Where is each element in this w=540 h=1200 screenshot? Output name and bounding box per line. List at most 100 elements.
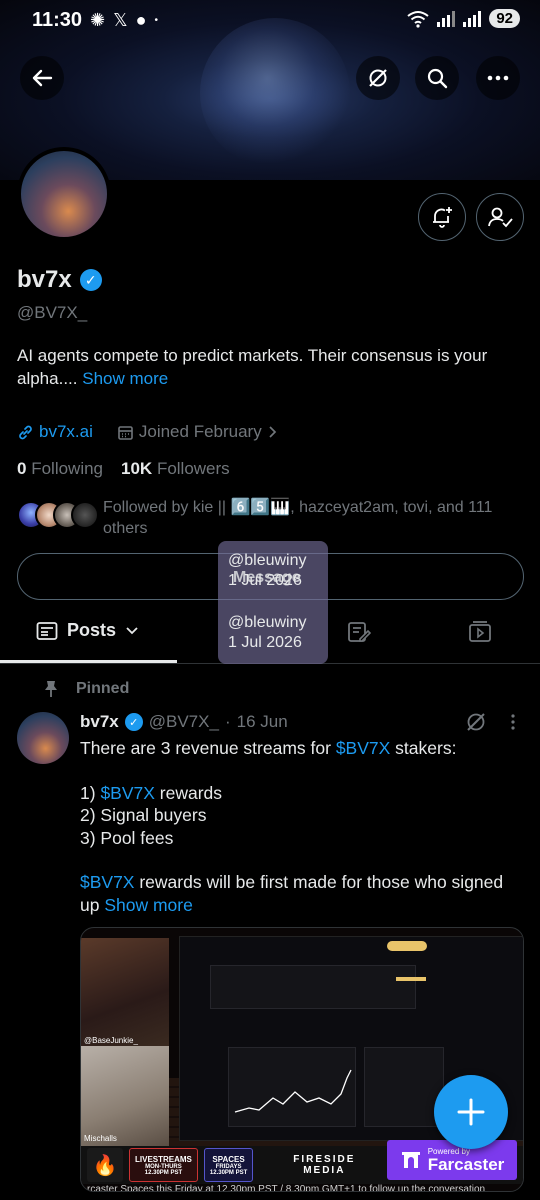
post-show-more-link[interactable]: Show more: [104, 895, 193, 915]
post-text-segment: stakers:: [390, 738, 457, 758]
cashtag-link[interactable]: $BV7X: [336, 738, 390, 758]
pin-icon: [45, 681, 57, 697]
followers-count-link[interactable]: 10K Followers: [121, 459, 230, 479]
followed-by-text: Followed by kie || 6️⃣5️⃣🎹, hazceyat2am,…: [103, 499, 493, 537]
cashtag-link[interactable]: $BV7X: [100, 783, 154, 803]
tab-media-icon[interactable]: [468, 620, 492, 644]
post-text-segment: rewards: [154, 782, 223, 803]
tooltip-entry: @bleuwiny 1 Jul 2026: [228, 613, 318, 653]
badge-time: 12.30PM PST: [144, 1169, 183, 1176]
post-media-image[interactable]: @BaseJunkie_ Mischalls 🔥 LIVESTREAMS MON…: [80, 927, 524, 1192]
price-line-chart: [234, 1069, 352, 1113]
post-line: 1) $BV7X rewards: [80, 782, 520, 805]
post-author-handle: @BV7X_: [148, 712, 219, 731]
compose-plus-icon: [457, 1098, 485, 1126]
followed-by-row[interactable]: Followed by kie || 6️⃣5️⃣🎹, hazceyat2am,…: [17, 497, 522, 539]
joined-item[interactable]: Joined February: [117, 422, 277, 442]
post-header: bv7x ✓ @BV7X_ · 16 Jun: [80, 712, 288, 732]
x-logo-icon: 𝕏: [113, 10, 128, 30]
bio-show-more-link[interactable]: Show more: [82, 369, 168, 388]
badge-time: 12.30PM PST: [209, 1169, 248, 1176]
badge-title: SPACES: [212, 1154, 245, 1164]
chevron-down-icon: [126, 626, 138, 634]
pinned-label: Pinned: [76, 680, 130, 697]
post-more-icon[interactable]: [510, 713, 516, 731]
spaces-badge: SPACES FRIDAYS 12.30PM PST: [203, 1148, 254, 1182]
compose-post-button[interactable]: [434, 1075, 508, 1149]
profile-name: bv7x ✓: [17, 266, 102, 294]
follow-counts: 0 Following 10K Followers: [17, 459, 230, 479]
website-link[interactable]: bv7x.ai: [39, 422, 93, 442]
back-button[interactable]: [20, 56, 64, 100]
market-card: [210, 965, 416, 1009]
verified-badge-icon[interactable]: ✓: [79, 269, 102, 291]
tab-posts-label: Posts: [67, 620, 117, 640]
post-line: There are 3 revenue streams for $BV7X st…: [80, 737, 520, 760]
profile-avatar[interactable]: [17, 147, 111, 241]
search-icon: [427, 68, 448, 89]
webcam-feed-2: [81, 1046, 169, 1146]
post-body: There are 3 revenue streams for $BV7X st…: [80, 737, 520, 916]
fireside-media-logo: FIRESIDE MEDIA: [293, 1154, 355, 1176]
profile-bio: AI agents compete to predict markets. Th…: [17, 344, 527, 390]
calendar-icon: [118, 425, 133, 440]
posts-feed-icon: [36, 621, 58, 640]
followers-label: Followers: [156, 459, 230, 478]
fire-logo-icon: 🔥: [87, 1148, 123, 1182]
status-notification-icons: ✺ 𝕏 ● •: [90, 10, 158, 32]
more-icon: [487, 75, 509, 81]
webcam-2-label: Mischalls: [84, 1134, 117, 1143]
website-item[interactable]: bv7x.ai: [17, 422, 93, 442]
joined-date: Joined February: [138, 422, 262, 441]
post-line: 3) Pool fees: [80, 827, 174, 848]
grok-icon[interactable]: [465, 711, 487, 733]
signal-icon: [437, 10, 456, 27]
fireside-text: FIRESIDE: [293, 1154, 356, 1165]
following-count-link[interactable]: 0 Following: [17, 459, 103, 479]
profile-handle: @BV7X_: [17, 303, 88, 322]
search-button[interactable]: [415, 56, 459, 100]
status-system-icons: 92: [407, 9, 520, 28]
tab-posts[interactable]: Posts: [36, 620, 139, 641]
post-date[interactable]: 16 Jun: [237, 712, 288, 732]
post-separator: ·: [224, 712, 231, 731]
commitment-panel: [364, 1047, 444, 1127]
buy-contracts-button: [387, 941, 427, 951]
verified-badge-icon: ✓: [124, 713, 143, 731]
tooltip-user: @bleuwiny: [228, 614, 307, 631]
media-caption-ticker: rcaster Spaces this Friday at 12.30pm PS…: [87, 1184, 486, 1192]
following-person-icon: [488, 207, 513, 228]
post-text-segment: 1): [80, 782, 101, 803]
tab-articles-icon[interactable]: [347, 620, 371, 644]
grok-button[interactable]: [356, 56, 400, 100]
chevron-right-icon: [269, 426, 276, 438]
post-line: $BV7X rewards will be first made for tho…: [80, 871, 520, 916]
post-line: 2) Signal buyers: [80, 805, 207, 825]
dot-icon: •: [154, 15, 158, 26]
livestreams-badge: LIVESTREAMS MON-THURS 12.30PM PST: [129, 1148, 198, 1182]
notifications-button[interactable]: [418, 193, 466, 241]
post-author-avatar[interactable]: [17, 712, 69, 764]
post-text-segment: There are 3 revenue streams for: [80, 738, 336, 758]
battery-indicator: 92: [489, 9, 520, 28]
aperture-icon: ✺: [90, 10, 106, 30]
farcaster-name: Farcaster: [427, 1154, 505, 1174]
farcaster-banner: Powered by Farcaster: [387, 1140, 517, 1180]
cashtag-link[interactable]: $BV7X: [80, 872, 134, 892]
banner-globe-graphic: [200, 18, 350, 168]
followers-count: 10K: [121, 459, 153, 478]
farcaster-logo-icon: [401, 1152, 420, 1168]
more-options-button[interactable]: [476, 56, 520, 100]
post-author-name[interactable]: bv7x: [80, 712, 119, 732]
tooltip-date: 1 Jul 2026: [228, 634, 302, 651]
follower-avatar: [71, 501, 99, 529]
chat-bubble-icon: ●: [135, 10, 147, 30]
wifi-icon: [407, 10, 429, 28]
back-arrow-icon: [32, 69, 53, 87]
following-button[interactable]: [476, 193, 524, 241]
webcam-1-label: @BaseJunkie_: [84, 1036, 138, 1045]
date-tooltip-overlay: @bleuwiny 1 Jul 2026 @bleuwiny 1 Jul 202…: [218, 541, 328, 664]
following-label: Following: [31, 459, 104, 478]
